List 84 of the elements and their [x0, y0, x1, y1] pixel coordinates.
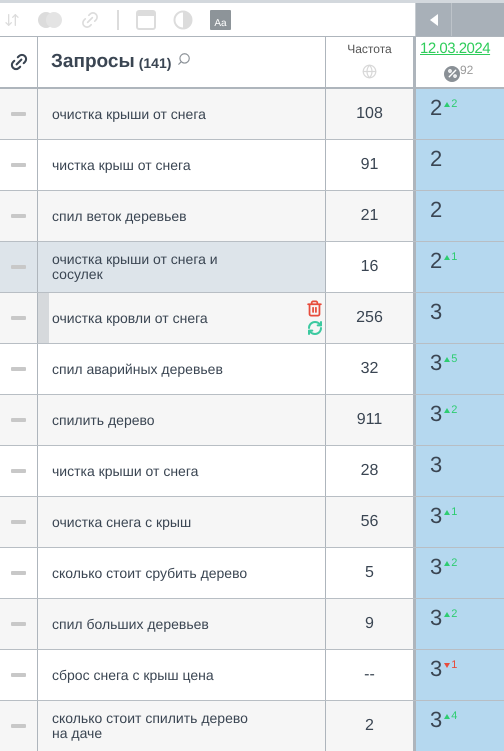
position-value: 2	[430, 148, 442, 170]
position-value: 3	[430, 352, 442, 374]
position-value: 2	[430, 250, 442, 272]
position-value: 3	[430, 556, 442, 578]
frequency-value: 91	[360, 155, 378, 175]
position-value: 3	[430, 709, 442, 731]
globe-icon	[362, 64, 377, 79]
dash-icon[interactable]	[11, 622, 26, 626]
up-triangle-icon	[444, 408, 450, 413]
position-change: 1	[444, 660, 458, 671]
dash-icon[interactable]	[11, 469, 26, 473]
position-value: 3	[430, 454, 442, 476]
query-text: сколько стоит срубить дерево	[51, 566, 248, 580]
query-text: очистка крыши от снега	[51, 106, 207, 122]
query-text: сколько стоит спилить дерево на даче	[51, 711, 249, 741]
position-change: 2	[444, 609, 458, 620]
position-value: 3	[430, 607, 442, 629]
refresh-icon[interactable]	[306, 320, 322, 336]
position-change: 2	[444, 558, 458, 569]
up-triangle-icon	[444, 714, 450, 719]
frequency-value: 256	[356, 308, 383, 328]
position-value: 3	[430, 301, 442, 323]
contrast-icon[interactable]	[173, 10, 193, 30]
toggle-icon[interactable]	[37, 12, 63, 28]
frequency-value: 911	[356, 410, 382, 430]
up-triangle-icon	[444, 612, 450, 617]
up-triangle-icon	[444, 561, 450, 566]
query-text: очистка кровли от снега	[51, 310, 209, 326]
up-triangle-icon	[444, 102, 450, 107]
dash-icon[interactable]	[11, 163, 26, 167]
frequency-value: 28	[360, 461, 378, 481]
column-title: Частота	[347, 41, 392, 58]
position-value: 3	[430, 403, 442, 425]
query-text: чистка крыши от снега	[51, 464, 200, 478]
column-title: Запросы	[51, 50, 135, 74]
dash-icon[interactable]	[11, 724, 26, 728]
frequency-value: 56	[360, 512, 378, 532]
position-change: 2	[444, 405, 458, 416]
query-count: (141)	[138, 54, 172, 73]
dash-icon[interactable]	[11, 367, 26, 371]
query-text: спил больших деревьев	[51, 616, 210, 632]
query-text: сброс снега с крыш цена	[51, 668, 215, 682]
frequency-value: 5	[365, 563, 374, 583]
delete-icon[interactable]	[306, 300, 323, 317]
position-change: 2	[444, 99, 458, 110]
query-text: спилить дерево	[51, 412, 156, 428]
dash-icon[interactable]	[11, 418, 26, 422]
position-value: 3	[430, 658, 442, 680]
dash-icon[interactable]	[11, 316, 26, 320]
sort-icon[interactable]	[4, 12, 20, 28]
percent-value: 92	[460, 62, 474, 78]
frequency-value: 2	[365, 716, 374, 736]
search-icon[interactable]	[177, 52, 192, 66]
frequency-value: 108	[356, 104, 383, 124]
dash-icon[interactable]	[11, 571, 26, 575]
position-value: 3	[430, 505, 442, 527]
dash-icon[interactable]	[11, 265, 26, 269]
frequency-value: --	[364, 665, 375, 685]
query-text: чистка крыш от снега	[51, 158, 192, 172]
dash-icon[interactable]	[11, 112, 26, 116]
query-text: очистка крыши от снега и сосулек	[51, 252, 219, 282]
position-change: 5	[444, 354, 458, 365]
query-text: спил веток деревьев	[51, 208, 188, 224]
left-triangle-icon	[430, 14, 438, 26]
window-icon[interactable]	[136, 10, 156, 30]
frequency-value: 32	[360, 359, 378, 379]
query-text: очистка снега с крыш	[51, 514, 192, 530]
up-triangle-icon	[444, 510, 450, 515]
position-value: 2	[430, 97, 442, 119]
position-change: 4	[444, 711, 458, 722]
down-triangle-icon	[444, 663, 450, 668]
position-change: 1	[444, 252, 458, 263]
up-triangle-icon	[444, 357, 450, 362]
percent-icon	[444, 66, 460, 82]
frequency-value: 9	[365, 614, 374, 634]
position-value: 2	[430, 199, 442, 221]
frequency-value: 21	[360, 206, 378, 226]
dash-icon[interactable]	[11, 214, 26, 218]
dash-icon[interactable]	[11, 520, 26, 524]
position-change: 1	[444, 507, 458, 518]
frequency-value: 16	[360, 257, 378, 277]
dash-icon[interactable]	[11, 673, 26, 677]
up-triangle-icon	[444, 255, 450, 260]
query-text: спил аварийных деревьев	[51, 362, 224, 376]
